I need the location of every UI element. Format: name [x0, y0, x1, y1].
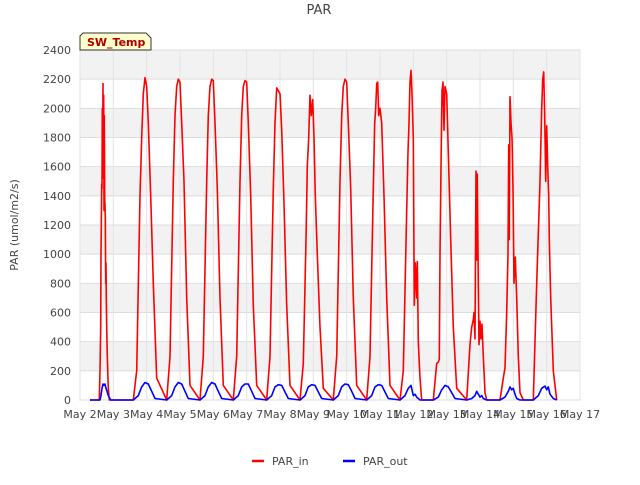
x-tick-label: May 5 [163, 408, 196, 421]
x-tick-label: May 7 [230, 408, 263, 421]
y-tick-label: 0 [64, 394, 71, 407]
y-tick-label: 1800 [43, 132, 71, 145]
x-tick-label: May 17 [560, 408, 600, 421]
station-badge: SW_Temp [79, 32, 152, 51]
x-tick-label: May 4 [130, 408, 163, 421]
y-tick-label: 1400 [43, 190, 71, 203]
grid-band [80, 225, 580, 255]
x-axis-ticks: May 2 May 3 May 4 May 5 May 6 May 7 May 8 May 9… [63, 408, 600, 421]
y-tick-label: 1600 [43, 161, 71, 174]
par-chart: PAR 0 200 400 600 800 1000 1200 1400 1600 1800 200… [8, 3, 600, 468]
y-tick-label: 400 [50, 336, 71, 349]
y-tick-label: 200 [50, 365, 71, 378]
y-tick-label: 2000 [43, 102, 71, 115]
y-tick-label: 2400 [43, 44, 71, 57]
chart-title: PAR [307, 3, 332, 18]
y-axis-label: PAR (umol/m2/s) [8, 179, 21, 271]
y-tick-label: 2200 [43, 73, 71, 86]
grid-band [80, 108, 580, 138]
legend-label: PAR_out [363, 455, 408, 468]
legend: PAR_in PAR_out [252, 455, 408, 468]
y-tick-label: 800 [50, 277, 71, 290]
x-tick-label: May 8 [263, 408, 296, 421]
grid-band [80, 166, 580, 196]
x-tick-label: May 6 [197, 408, 230, 421]
legend-label: PAR_in [272, 455, 309, 468]
x-tick-label: May 9 [297, 408, 330, 421]
x-tick-label: May 3 [97, 408, 130, 421]
grid-band [80, 50, 580, 80]
x-tick-label: May 2 [63, 408, 96, 421]
y-axis-ticks: 0 200 400 600 800 1000 1200 1400 1600 1800 2000 220… [43, 44, 71, 407]
badge-label: SW_Temp [87, 36, 146, 49]
y-tick-label: 1200 [43, 219, 71, 232]
y-tick-label: 600 [50, 307, 71, 320]
grid-band [80, 283, 580, 313]
y-tick-label: 1000 [43, 248, 71, 261]
